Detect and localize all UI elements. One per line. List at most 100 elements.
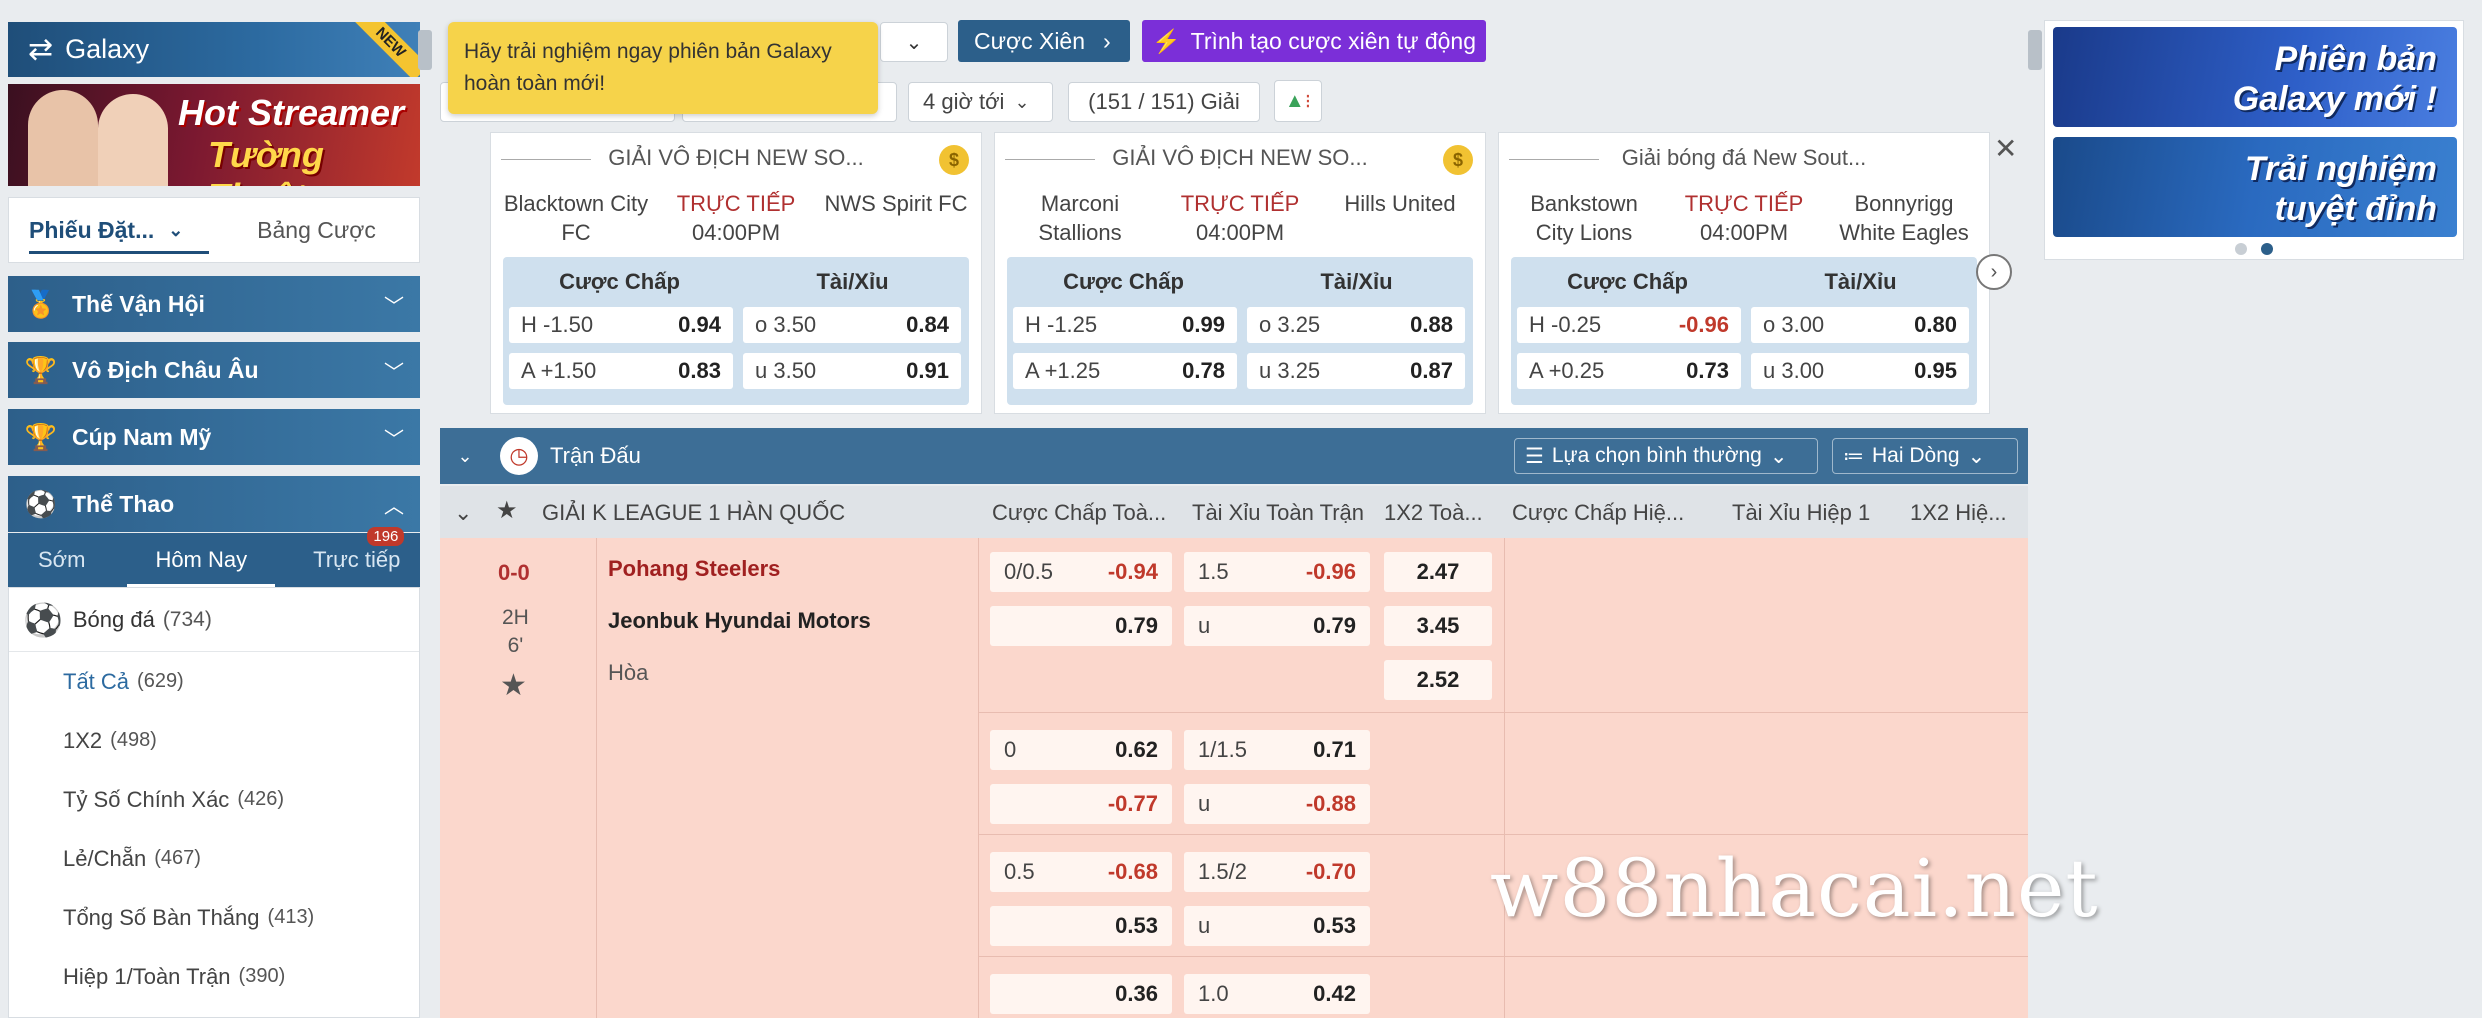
chevron-right-icon: › [1990, 260, 1998, 283]
kickoff-time: 04:00PM [1195, 220, 1285, 245]
parlay-button[interactable]: Cược Xiên › [958, 20, 1130, 62]
galaxy-promo-banner[interactable]: Phiên bản Galaxy mới ! [2053, 27, 2457, 127]
match-card[interactable]: GIẢI VÔ ĐỊCH NEW SO... $ Blacktown City … [490, 132, 982, 414]
section-label: Thế Vận Hội [72, 290, 205, 317]
odds-cell[interactable]: o 3.50 0.84 [743, 307, 961, 343]
match-card[interactable]: GIẢI VÔ ĐỊCH NEW SO... $ Marconi Stallio… [994, 132, 1486, 414]
view-mode-select[interactable]: ☰ Lựa chọn bình thường ⌄ [1514, 438, 1818, 474]
odds-cell[interactable]: o 3.25 0.88 [1247, 307, 1465, 343]
odds-cell[interactable]: H -1.50 0.94 [509, 307, 733, 343]
league-filter-button[interactable]: (151 / 151) Giải [1068, 82, 1260, 122]
sub-item-1x2[interactable]: 1X2 (498) [9, 711, 419, 770]
sort-button[interactable]: ▲ ⁝ [1274, 80, 1322, 122]
tab-bet-slip[interactable]: Phiếu Đặt... ⌄ [9, 198, 214, 262]
chevron-down-icon: ﹀ [384, 296, 404, 318]
handicap-odds-cell[interactable]: 0 0.62 [990, 730, 1172, 770]
time-filter-select[interactable]: 4 giờ tới ⌄ [908, 82, 1053, 122]
home-team: Bankstown City Lions [1530, 191, 1638, 245]
sub-item-odd-even[interactable]: Lẻ/Chẵn (467) [9, 829, 419, 888]
auto-parlay-button[interactable]: ⚡ Trình tạo cược xiên tự động [1142, 20, 1486, 62]
button-label: Trình tạo cược xiên tự động [1190, 27, 1477, 54]
divider [978, 712, 2028, 713]
odds-line: u [1198, 791, 1211, 816]
section-label: Vô Địch Châu Âu [72, 356, 259, 383]
line-mode-select[interactable]: ≔ Hai Dòng ⌄ [1832, 438, 2018, 474]
live-count-badge: 196 [367, 527, 405, 546]
ou-odds-cell[interactable]: 1.5/2 -0.70 [1184, 852, 1370, 892]
status-label: TRỰC TIẾP [1684, 191, 1804, 216]
ou-odds-cell[interactable]: 1.5 -0.96 [1184, 552, 1370, 592]
chevron-down-icon[interactable]: ⌄ [454, 500, 472, 526]
odds-line: o 3.00 [1763, 312, 1825, 337]
tab-live[interactable]: Trực tiếp 196 [313, 527, 405, 573]
tab-early[interactable]: Sớm [38, 547, 85, 573]
cup-icon: 🏆 [24, 421, 58, 452]
odds-cell[interactable]: A +1.50 0.83 [509, 353, 733, 389]
galaxy-switch-button[interactable]: ⇄ Galaxy NEW [8, 22, 420, 77]
x12-odds-home[interactable]: 2.47 [1384, 552, 1492, 592]
kickoff-time: 04:00PM [1699, 220, 1789, 245]
odds-value: -0.88 [1305, 791, 1356, 816]
sidebar-collapse-handle[interactable] [418, 30, 432, 70]
sidebar-item-sports[interactable]: ⚽ Thể Thao ︿ [8, 476, 420, 532]
odds-line: H -1.50 [521, 312, 594, 337]
handicap-odds-cell[interactable]: 0.36 [990, 974, 1172, 1014]
sidebar-item-euro[interactable]: 🏆 Vô Địch Châu Âu ﹀ [8, 342, 420, 398]
carousel-next-button[interactable]: › [1976, 254, 2012, 290]
odds-cell[interactable]: H -1.25 0.99 [1013, 307, 1237, 343]
sub-item-total-goals[interactable]: Tổng Số Bàn Thắng (413) [9, 888, 419, 947]
x12-odds-away[interactable]: 3.45 [1384, 606, 1492, 646]
experience-promo-banner[interactable]: Trải nghiệm tuyệt đỉnh [2053, 137, 2457, 237]
sub-item-correct-score[interactable]: Tỷ Số Chính Xác (426) [9, 770, 419, 829]
tab-today[interactable]: Hôm Nay [127, 547, 275, 587]
ou-odds-cell[interactable]: 1.0 0.42 [1184, 974, 1370, 1014]
odds-line: u 3.25 [1259, 358, 1321, 383]
close-icon[interactable]: ✕ [1994, 132, 2017, 165]
sub-item-all[interactable]: Tất Cả (629) [9, 652, 419, 711]
star-icon[interactable]: ★ [496, 496, 518, 525]
sub-item-ht-ft[interactable]: Hiệp 1/Toàn Trận (390) [9, 947, 419, 1006]
away-team: Hills United [1344, 191, 1456, 216]
sort-up-icon: ▲ [1284, 89, 1305, 112]
sub-count: (629) [137, 670, 184, 692]
chevron-down-icon[interactable]: ⌄ [440, 446, 490, 467]
banner-subtitle: Tường Thuật [208, 134, 324, 186]
section-label: Thể Thao [72, 490, 175, 517]
favorite-star-icon[interactable]: ★ [500, 668, 527, 703]
odds-line: A +0.25 [1529, 358, 1605, 383]
live-status: TRỰC TIẾP 04:00PM [1165, 189, 1315, 247]
sidebar-item-copa[interactable]: 🏆 Cúp Nam Mỹ ﹀ [8, 409, 420, 465]
odds-cell[interactable]: H -0.25 -0.96 [1517, 307, 1741, 343]
ou-odds-cell[interactable]: u 0.79 [1184, 606, 1370, 646]
carousel-dot[interactable] [2235, 243, 2247, 255]
odds-value: 0.84 [906, 312, 949, 337]
odds-cell[interactable]: o 3.00 0.80 [1751, 307, 1969, 343]
handicap-odds-cell[interactable]: -0.77 [990, 784, 1172, 824]
right-panel-collapse-handle[interactable] [2028, 30, 2042, 70]
handicap-odds-cell[interactable]: 0.5 -0.68 [990, 852, 1172, 892]
match-card[interactable]: Giải bóng đá New Sout... Bankstown City … [1498, 132, 1990, 414]
carousel-dot-active[interactable] [2261, 243, 2273, 255]
odds-value: 0.88 [1410, 312, 1453, 337]
x12-odds-draw[interactable]: 2.52 [1384, 660, 1492, 700]
handicap-odds-cell[interactable]: 0.53 [990, 906, 1172, 946]
ou-header: Tài/Xỉu [816, 269, 889, 294]
odds-line: 0 [1004, 737, 1017, 762]
ou-odds-cell[interactable]: u 0.53 [1184, 906, 1370, 946]
handicap-odds-cell[interactable]: 0.79 [990, 606, 1172, 646]
odds-cell[interactable]: u 3.25 0.87 [1247, 353, 1465, 389]
odds-cell[interactable]: u 3.00 0.95 [1751, 353, 1969, 389]
ou-odds-cell[interactable]: u -0.88 [1184, 784, 1370, 824]
section-title: Trận Đấu [550, 443, 641, 468]
handicap-odds-cell[interactable]: 0/0.5 -0.94 [990, 552, 1172, 592]
sport-soccer[interactable]: ⚽ Bóng đá (734) [9, 588, 419, 652]
market-dropdown[interactable]: ⌄ [880, 22, 948, 62]
column-header: Tài Xỉu Toàn Trận [1192, 500, 1365, 525]
hot-streamer-banner[interactable]: Hot Streamer Tường Thuật [8, 84, 420, 186]
odds-cell[interactable]: A +1.25 0.78 [1013, 353, 1237, 389]
sidebar-item-olympics[interactable]: 🏅 Thế Vận Hội ﹀ [8, 276, 420, 332]
ou-odds-cell[interactable]: 1/1.5 0.71 [1184, 730, 1370, 770]
tab-bet-table[interactable]: Bảng Cược [214, 217, 419, 244]
odds-cell[interactable]: A +0.25 0.73 [1517, 353, 1741, 389]
odds-cell[interactable]: u 3.50 0.91 [743, 353, 961, 389]
